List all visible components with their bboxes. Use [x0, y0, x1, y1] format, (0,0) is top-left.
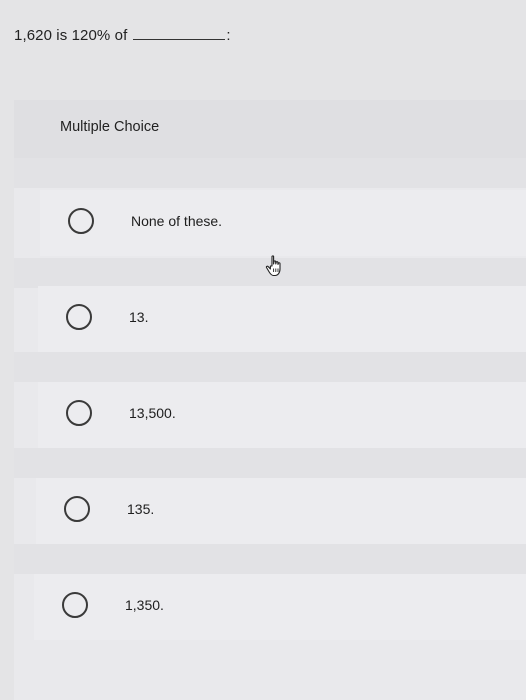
pointing-hand-cursor-icon — [265, 255, 281, 277]
multiple-choice-header: Multiple Choice — [14, 100, 526, 158]
question-suffix: : — [226, 27, 231, 44]
option-1350[interactable]: 1,350. — [34, 574, 526, 640]
option-135[interactable]: 135. — [36, 478, 526, 544]
option-label: 1,350. — [125, 597, 164, 613]
option-divider — [14, 544, 526, 574]
option-none-of-these[interactable]: None of these. — [40, 190, 526, 256]
option-13500[interactable]: 13,500. — [38, 382, 526, 448]
radio-button[interactable] — [66, 400, 92, 426]
option-divider — [14, 352, 526, 382]
radio-button[interactable] — [66, 304, 92, 330]
option-13[interactable]: 13. — [38, 286, 526, 352]
multiple-choice-label: Multiple Choice — [60, 119, 160, 135]
radio-button[interactable] — [64, 496, 90, 522]
answer-blank — [133, 25, 226, 40]
option-divider — [14, 158, 526, 188]
option-label: 13. — [129, 309, 149, 325]
option-label: 13,500. — [129, 405, 176, 421]
radio-button[interactable] — [68, 208, 94, 234]
question-prefix: 1,620 is 120% of — [14, 27, 128, 44]
question-text: 1,620 is 120% of : — [14, 25, 231, 44]
option-label: None of these. — [131, 213, 223, 229]
radio-button[interactable] — [62, 592, 88, 618]
option-divider — [14, 448, 526, 478]
option-label: 135. — [127, 501, 155, 517]
